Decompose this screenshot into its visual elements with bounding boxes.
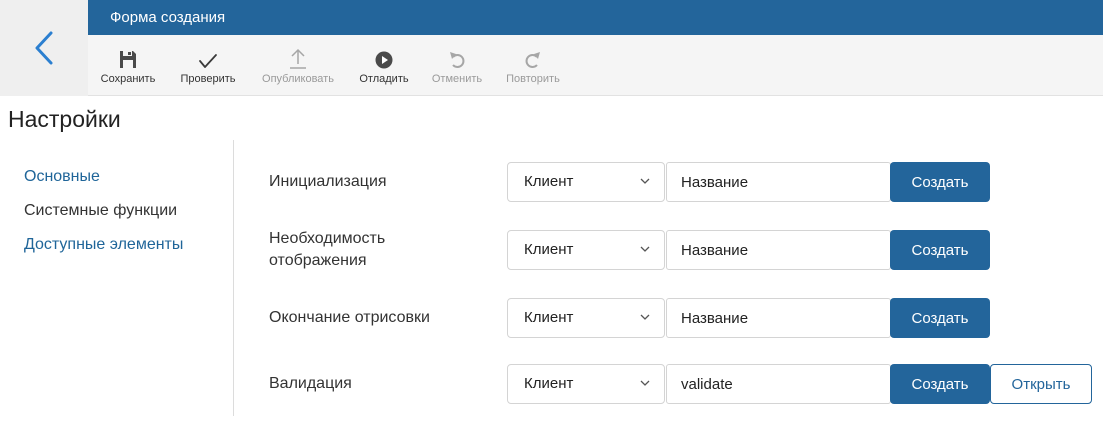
redo-label: Повторить xyxy=(506,73,560,85)
function-row-init: Инициализация Клиент Создать xyxy=(269,162,1099,202)
function-row-validation: Валидация Клиент Создать Открыть xyxy=(269,364,1099,404)
toolbar: Сохранить Проверить Опубликовать Отладит… xyxy=(88,35,1103,96)
save-icon xyxy=(120,51,136,68)
function-name-input[interactable] xyxy=(666,298,891,338)
chevron-down-icon xyxy=(640,178,650,184)
create-button[interactable]: Создать xyxy=(890,298,990,338)
create-button[interactable]: Создать xyxy=(890,162,990,202)
row-label: Инициализация xyxy=(269,173,387,190)
chevron-down-icon xyxy=(640,246,650,252)
select-value: Клиент xyxy=(524,241,574,258)
create-button[interactable]: Создать xyxy=(890,230,990,270)
select-value: Клиент xyxy=(524,309,574,326)
nav-item-basic[interactable]: Основные xyxy=(24,160,183,194)
undo-icon xyxy=(450,52,465,68)
undo-button[interactable]: Отменить xyxy=(426,35,488,95)
context-select[interactable]: Клиент xyxy=(507,162,665,202)
row-label: Необходимость отображения xyxy=(269,230,386,269)
debug-label: Отладить xyxy=(359,73,409,85)
chevron-down-icon xyxy=(640,314,650,320)
publish-button[interactable]: Опубликовать xyxy=(256,35,340,95)
save-label: Сохранить xyxy=(100,73,156,85)
nav-item-available-elements[interactable]: Доступные элементы xyxy=(24,228,183,262)
vertical-divider xyxy=(233,140,234,416)
nav-item-system-functions[interactable]: Системные функции xyxy=(24,194,183,228)
side-nav: Основные Системные функции Доступные эле… xyxy=(24,160,183,262)
context-select[interactable]: Клиент xyxy=(507,230,665,270)
check-icon xyxy=(199,54,217,68)
page-title: Настройки xyxy=(8,106,121,132)
window-title: Форма создания xyxy=(88,0,1103,35)
function-name-input[interactable] xyxy=(666,162,891,202)
create-button[interactable]: Создать xyxy=(890,364,990,404)
select-value: Клиент xyxy=(524,173,574,190)
function-row-render-end: Окончание отрисовки Клиент Создать xyxy=(269,298,1099,338)
context-select[interactable]: Клиент xyxy=(507,298,665,338)
row-label: Валидация xyxy=(269,375,352,392)
debug-play-icon xyxy=(375,51,393,69)
back-button[interactable] xyxy=(0,0,88,96)
check-button[interactable]: Проверить xyxy=(176,35,240,95)
publish-icon xyxy=(290,48,306,69)
chevron-left-icon xyxy=(35,31,53,65)
redo-button[interactable]: Повторить xyxy=(500,35,566,95)
row-label: Окончание отрисовки xyxy=(269,309,430,326)
open-button[interactable]: Открыть xyxy=(990,364,1092,404)
check-label: Проверить xyxy=(180,73,236,85)
function-row-visibility: Необходимость отображения Клиент Создать xyxy=(269,230,1099,270)
save-button[interactable]: Сохранить xyxy=(98,35,158,95)
function-name-input[interactable] xyxy=(666,364,891,404)
publish-label: Опубликовать xyxy=(262,73,334,85)
debug-button[interactable]: Отладить xyxy=(354,35,414,95)
select-value: Клиент xyxy=(524,375,574,392)
undo-label: Отменить xyxy=(431,73,483,85)
function-name-input[interactable] xyxy=(666,230,891,270)
context-select[interactable]: Клиент xyxy=(507,364,665,404)
redo-icon xyxy=(525,52,540,68)
chevron-down-icon xyxy=(640,380,650,386)
